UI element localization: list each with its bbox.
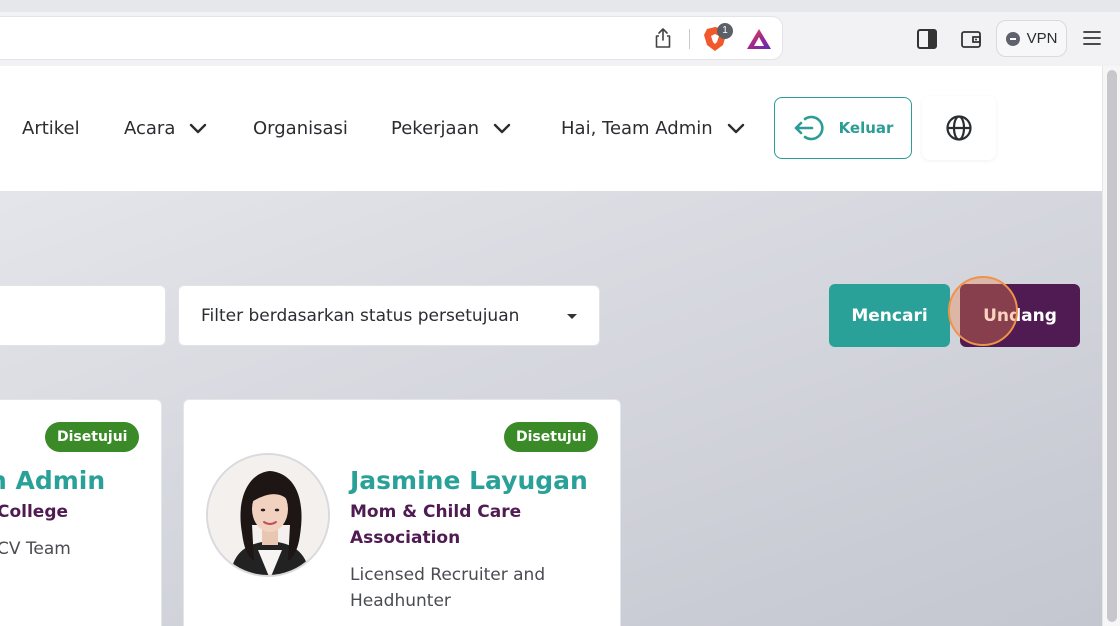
member-organization: College [0,502,69,522]
member-role-line: Headhunter [350,591,451,611]
member-organization-line: Association [350,528,461,548]
status-badge: Disetujui [45,422,140,452]
member-role: Licensed Recruiter and Headhunter [350,562,545,614]
member-name: n Admin [0,466,106,495]
nav-item-artikel[interactable]: Artikel [22,118,80,139]
globe-icon [946,115,972,141]
member-photo [208,455,328,575]
nav-item-label: Pekerjaan [391,118,480,139]
member-card[interactable]: Disetujui n Admin College CV Team [0,399,162,626]
search-button[interactable]: Mencari [829,284,950,347]
address-bar-divider [689,29,690,49]
member-name: Jasmine Layugan [350,466,588,495]
brave-rewards-icon[interactable] [746,27,772,51]
wallet-icon[interactable] [959,27,983,51]
nav-item-label: Artikel [22,118,80,139]
site-navbar: Artikel Acara Organisasi Pekerjaan Hai, … [0,66,1102,191]
nav-item-label: Acara [124,118,176,139]
click-indicator [948,276,1018,346]
chevron-down-icon [190,123,207,133]
nav-item-acara[interactable]: Acara [124,118,207,139]
page-scrollbar[interactable] [1102,66,1120,626]
scrollbar-thumb[interactable] [1107,70,1117,622]
logout-button[interactable]: Keluar [774,97,912,159]
member-role-line: Licensed Recruiter and [350,565,546,585]
dropdown-caret-icon [567,314,577,319]
member-organization: Mom & Child Care Association [350,499,521,551]
nav-item-organisasi[interactable]: Organisasi [253,118,348,139]
nav-item-user-menu[interactable]: Hai, Team Admin [561,118,745,139]
web-page: Artikel Acara Organisasi Pekerjaan Hai, … [0,66,1102,626]
member-organization-line: Mom & Child Care [350,502,522,522]
shields-count-badge: 1 [717,23,733,39]
language-button[interactable] [922,96,996,160]
member-role: CV Team [0,539,71,559]
nav-item-label: Organisasi [253,118,348,139]
vpn-status-icon [1005,31,1020,46]
browser-toolbar: 1 VPN [0,0,1120,66]
chevron-down-icon [493,123,511,133]
nav-item-label: Hai, Team Admin [561,118,713,139]
logout-label: Keluar [838,119,894,137]
filter-placeholder: Filter berdasarkan status persetujuan [201,305,520,326]
member-card[interactable]: Disetujui Jasmine Layugan Mom & Child Ca… [183,399,621,626]
sidebar-toggle-icon[interactable] [915,27,939,51]
vpn-button[interactable]: VPN [996,20,1067,57]
hamburger-menu-icon[interactable] [1082,29,1102,47]
share-icon[interactable] [652,27,674,49]
logout-icon [794,115,824,141]
approval-status-filter[interactable]: Filter berdasarkan status persetujuan [178,285,600,346]
avatar [206,453,330,577]
status-badge: Disetujui [504,422,599,452]
vpn-label: VPN [1026,30,1058,47]
tab-strip [0,0,1120,12]
search-button-label: Mencari [851,305,928,326]
nav-item-pekerjaan[interactable]: Pekerjaan [391,118,511,139]
chevron-down-icon [727,123,744,133]
member-search-input[interactable] [0,285,166,346]
